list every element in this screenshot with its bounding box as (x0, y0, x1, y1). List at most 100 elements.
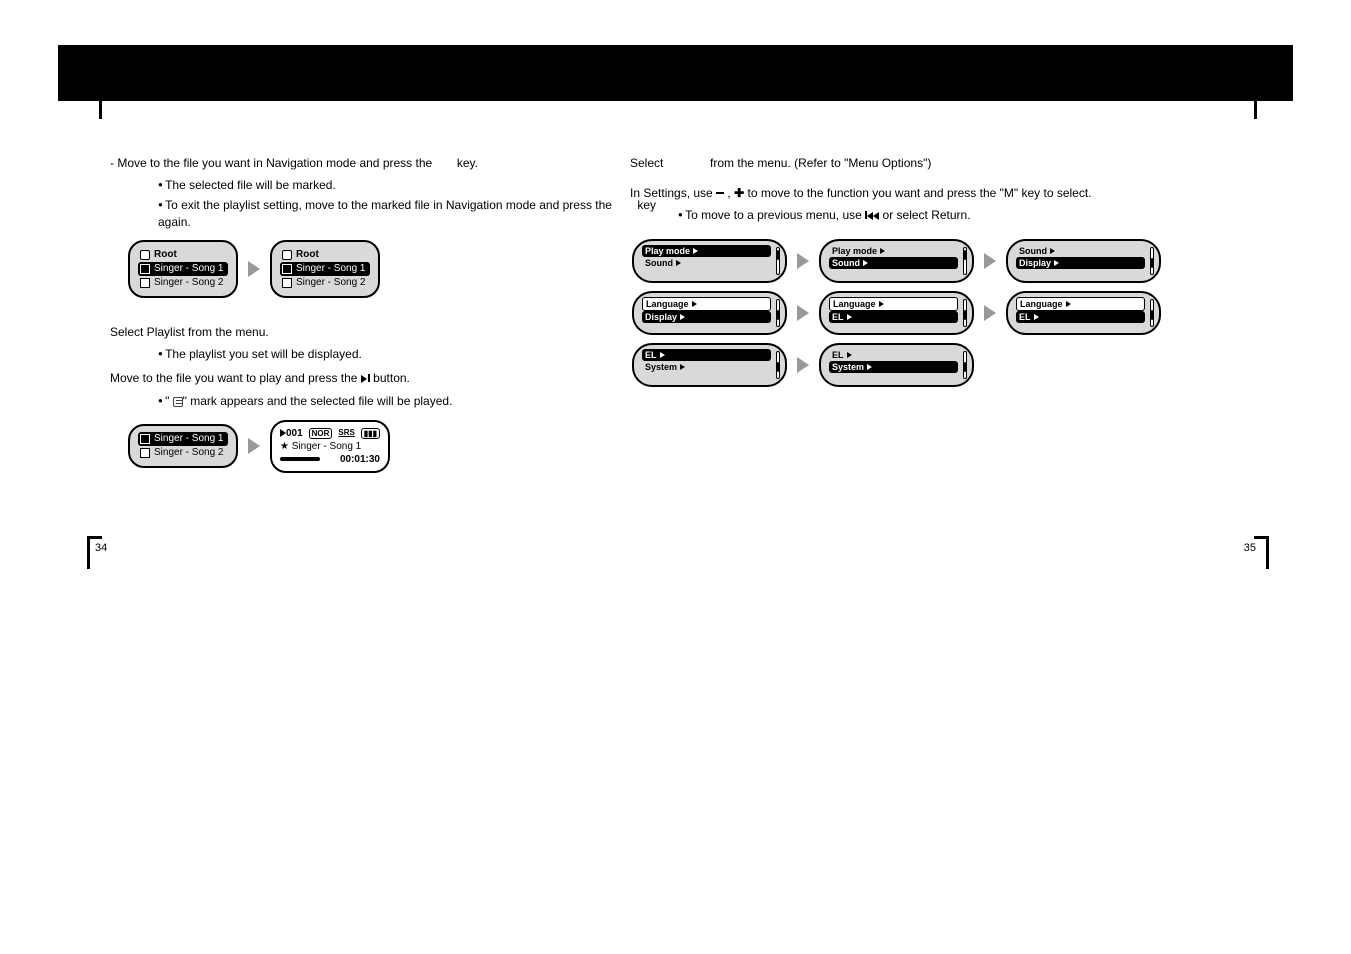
step-text: - Move to the file you want in Navigatio… (110, 156, 432, 170)
opt-sound: Sound (1019, 246, 1047, 256)
scrollbar (776, 299, 780, 327)
opt-el: EL (832, 312, 844, 322)
bullet-mark-played: " " mark appears and the selected file w… (158, 393, 670, 409)
file-singer2: Singer - Song 2 (154, 277, 224, 289)
scrollbar (963, 299, 967, 327)
arrow-icon (984, 305, 996, 321)
badge-srs: SRS (338, 428, 354, 439)
bullet-previous-menu: To move to a previous menu, use or selec… (678, 207, 1190, 224)
bullet-playlist-displayed: The playlist you set will be displayed. (158, 346, 670, 362)
step-text: In Settings, use (630, 186, 713, 200)
opt-el: EL (832, 350, 844, 360)
step-settings-navigate: In Settings, use , ✚ to move to the func… (630, 185, 1190, 201)
settings-screen-language-c: Language EL (1006, 291, 1161, 335)
file-singer2: Singer - Song 2 (296, 277, 366, 289)
opt-system: System (645, 362, 677, 372)
file-icon (282, 264, 292, 274)
settings-screen-el-system: EL System (632, 343, 787, 387)
opt-sound: Sound (645, 258, 673, 268)
device-screen-nowplaying: 001 NOR SRS ▮▮▮ ★ Singer - Song 1 00:01:… (270, 420, 390, 473)
scrollbar (776, 247, 780, 275)
scrollbar (963, 247, 967, 275)
now-playing-title: Singer - Song 1 (292, 441, 362, 452)
bullet-text: To move to a previous menu, use (685, 208, 862, 222)
step-move-navigation: - Move to the file you want in Navigatio… (110, 155, 670, 171)
arrow-icon (248, 261, 260, 277)
step-text-tail: key. (457, 156, 478, 170)
step-select-playlist: Select Playlist from the menu. (110, 324, 670, 340)
quote-open: " (165, 394, 173, 408)
label-root: Root (296, 249, 319, 261)
folder-icon (140, 250, 150, 260)
opt-system: System (832, 362, 864, 372)
page-number-right: 35 (1244, 542, 1256, 554)
arrow-icon (984, 253, 996, 269)
settings-screen-language-a: Language Display (632, 291, 787, 335)
scrollbar (1150, 247, 1154, 275)
settings-screen-language-b: Language EL (819, 291, 974, 335)
battery-icon: ▮▮▮ (361, 428, 380, 439)
step-move-play: Move to the file you want to play and pr… (110, 370, 670, 387)
opt-display: Display (645, 312, 677, 322)
scrollbar (776, 351, 780, 379)
footer-tick-left (87, 536, 90, 569)
step-text: Move to the file you want to play and pr… (110, 371, 357, 385)
screenshot-row-playlist: Singer - Song 1 Singer - Song 2 001 NOR … (128, 420, 670, 473)
arrow-icon (797, 253, 809, 269)
footer-tick-right (1266, 536, 1269, 569)
settings-screen-sound: Play mode Sound (819, 239, 974, 283)
page-34-content: - Move to the file you want in Navigatio… (110, 155, 670, 499)
file-singer1: Singer - Song 1 (154, 433, 224, 445)
opt-playmode: Play mode (645, 246, 690, 256)
file-singer2: Singer - Song 2 (154, 447, 224, 459)
file-singer1: Singer - Song 1 (296, 263, 366, 275)
list-mark-icon (173, 397, 183, 407)
progress-bar (280, 457, 320, 461)
header-tick-right (1254, 101, 1257, 119)
settings-screen-display: Sound Display (1006, 239, 1161, 283)
page-35-content: Select from the menu. (Refer to "Menu Op… (630, 155, 1190, 395)
arrow-icon (797, 357, 809, 373)
scrollbar (963, 351, 967, 379)
step-text-tail: from the menu. (Refer to "Menu Options") (710, 156, 931, 170)
badge-nor: NOR (309, 428, 333, 439)
opt-language: Language (1020, 299, 1063, 309)
opt-playmode: Play mode (832, 246, 877, 256)
opt-language: Language (833, 299, 876, 309)
step-text-tail: button. (373, 371, 410, 385)
device-screen-root-after: Root Singer - Song 1 Singer - Song 2 (270, 240, 380, 298)
track-number: 001 (286, 428, 303, 439)
minus-icon (716, 192, 724, 194)
file-icon (140, 278, 150, 288)
bullet-text-tail: or select Return. (883, 208, 971, 222)
file-icon (140, 264, 150, 274)
opt-el: EL (645, 350, 657, 360)
header-tick-left (99, 101, 102, 119)
play-pause-icon (361, 371, 370, 387)
bullet-exit-playlist: To exit the playlist setting, move to th… (158, 197, 670, 229)
step-text: Select (630, 156, 663, 170)
device-screen-playlist: Singer - Song 1 Singer - Song 2 (128, 424, 238, 468)
bullet-text: " mark appears and the selected file wil… (183, 394, 453, 408)
device-screen-root-before: Root Singer - Song 1 Singer - Song 2 (128, 240, 238, 298)
page-number-left: 34 (95, 542, 107, 554)
file-icon (140, 434, 150, 444)
settings-screen-playmode: Play mode Sound (632, 239, 787, 283)
screenshot-row-root: Root Singer - Song 1 Singer - Song 2 Roo… (128, 240, 670, 298)
folder-icon (282, 250, 292, 260)
label-root: Root (154, 249, 177, 261)
settings-screen-system: EL System (819, 343, 974, 387)
opt-language: Language (646, 299, 689, 309)
file-singer1: Singer - Song 1 (154, 263, 224, 275)
bullet-selected-marked: The selected file will be marked. (158, 177, 670, 193)
settings-screens-grid: Play mode Sound Play mode Sound Sound Di… (632, 239, 1190, 387)
opt-sound: Sound (832, 258, 860, 268)
opt-el: EL (1019, 312, 1031, 322)
opt-display: Display (1019, 258, 1051, 268)
step-select-settings: Select from the menu. (Refer to "Menu Op… (630, 155, 1190, 171)
arrow-icon (248, 438, 260, 454)
step-text-tail: to move to the function you want and pre… (747, 186, 1091, 200)
page-header-band (58, 45, 1293, 101)
file-icon (140, 448, 150, 458)
bullet-text: To exit the playlist setting, move to th… (165, 198, 612, 212)
